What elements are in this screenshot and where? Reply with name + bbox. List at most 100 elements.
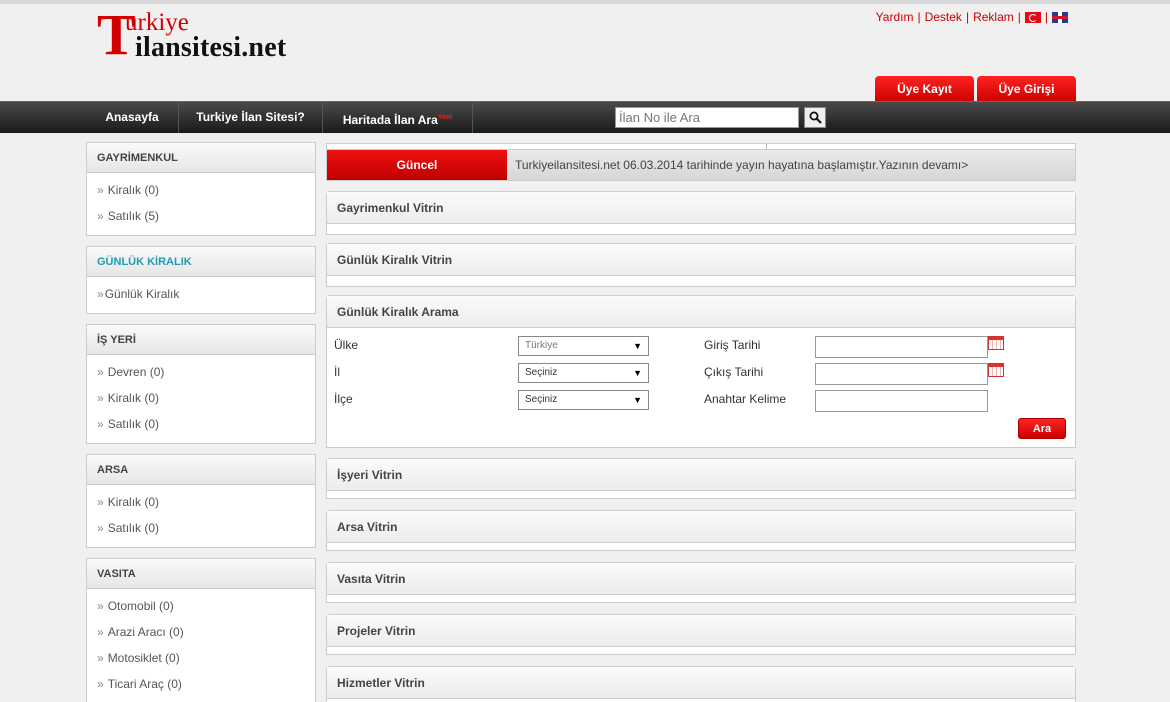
search-submit-button[interactable]: Ara — [1018, 418, 1066, 439]
sidebar-box-workplace: İŞ YERİ » Devren (0) » Kiralık (0) » Satılı… — [86, 324, 316, 444]
sidebar-item-label: Satılık (0) — [107, 521, 160, 535]
sidebar-box-land: ARSA » Kiralık (0) » Satılık (0) — [86, 454, 316, 548]
panel-title: Projeler Vitrin — [327, 615, 1075, 647]
nav-item-home[interactable]: Anasayfa — [86, 102, 179, 133]
sidebar-box-title: VASITA — [87, 559, 315, 589]
nav-item-map-search[interactable]: Haritada İlan AraYeni — [323, 102, 473, 133]
search-button[interactable] — [804, 107, 826, 128]
sidebar-box-vehicle: VASITA » Otomobil (0) » Arazi Aracı (0) » M… — [86, 558, 316, 702]
sidebar-item-label: Satılık (0) — [107, 417, 160, 431]
panel-daily-rental-search: Günlük Kiralık Arama Ülke Türkiye ▼ İl Se… — [326, 295, 1076, 448]
sidebar-item[interactable]: » Satılık (0) — [87, 411, 315, 437]
separator: | — [965, 10, 970, 24]
checkout-label: Çıkış Tarihi — [704, 365, 764, 379]
sidebar-item-label: Arazi Aracı (0) — [107, 625, 184, 639]
sidebar-item-label: Kiralık (0) — [107, 183, 160, 197]
district-select-value: Seçiniz — [525, 394, 558, 405]
sidebar-item[interactable]: » Kiralık (0) — [87, 385, 315, 411]
dropdown-arrow-icon: ▼ — [633, 395, 642, 405]
sidebar-item[interactable]: » Devren (0) — [87, 359, 315, 385]
new-badge: Yeni — [437, 114, 453, 121]
panel-real-estate-showcase: Gayrimenkul Vitrin — [326, 191, 1076, 235]
district-select[interactable]: Seçiniz ▼ — [518, 390, 649, 410]
panel-title: Vasıta Vitrin — [327, 563, 1075, 595]
double-chevron-icon: » — [97, 495, 104, 509]
double-chevron-icon: » — [97, 521, 104, 535]
sidebar-box-title: ARSA — [87, 455, 315, 485]
panel-land-showcase: Arsa Vitrin — [326, 510, 1076, 551]
double-chevron-icon: » — [97, 599, 104, 613]
sidebar-item[interactable]: » Otomobil (0) — [87, 593, 315, 619]
top-links: Yardım | Destek | Reklam | | — [876, 10, 1068, 24]
sidebar-item[interactable]: » Ticari Araç (0) — [87, 671, 315, 697]
panel-projects-showcase: Projeler Vitrin — [326, 614, 1076, 655]
nav-item-about[interactable]: Turkiye İlan Sitesi? — [179, 102, 323, 133]
sidebar-item[interactable]: » Kiralık (0) — [87, 177, 315, 203]
double-chevron-icon: » — [97, 287, 104, 301]
panel-title: Hizmetler Vitrin — [327, 667, 1075, 699]
checkout-input[interactable] — [815, 363, 988, 385]
country-label: Ülke — [334, 338, 359, 352]
sidebar-box-title: GÜNLÜK KİRALIK — [87, 247, 315, 277]
double-chevron-icon: » — [97, 677, 104, 691]
checkin-input[interactable] — [815, 336, 988, 358]
sidebar-item-label: Satılık (5) — [107, 209, 160, 223]
panel-vehicle-showcase: Vasıta Vitrin — [326, 562, 1076, 603]
site-logo[interactable]: T urkiye ilansitesi.net — [97, 6, 357, 66]
login-button[interactable]: Üye Girişi — [977, 76, 1076, 102]
english-flag-icon[interactable] — [1052, 11, 1068, 23]
country-select[interactable]: Türkiye ▼ — [518, 336, 649, 356]
main-nav: Anasayfa Turkiye İlan Sitesi? Haritada İ… — [0, 101, 1170, 133]
double-chevron-icon: » — [97, 365, 104, 379]
panel-title: Günlük Kiralık Vitrin — [327, 244, 1075, 276]
nav-item-label: Turkiye İlan Sitesi? — [196, 110, 305, 124]
sidebar-item[interactable]: » Satılık (0) — [87, 515, 315, 541]
double-chevron-icon: » — [97, 183, 104, 197]
keyword-input[interactable] — [815, 390, 988, 412]
checkin-label: Giriş Tarihi — [704, 338, 761, 352]
sidebar-item[interactable]: » Kiralık (0) — [87, 489, 315, 515]
panel-title: Günlük Kiralık Arama — [327, 296, 1075, 328]
city-select-value: Seçiniz — [525, 367, 558, 378]
ads-link[interactable]: Reklam — [973, 10, 1014, 24]
logo-line2: ilansitesi.net — [135, 32, 287, 63]
separator: | — [917, 10, 921, 24]
double-chevron-icon: » — [97, 651, 104, 665]
nav-item-label: Anasayfa — [105, 110, 159, 124]
panel-title: Arsa Vitrin — [327, 511, 1075, 543]
listing-search-input[interactable] — [615, 107, 799, 128]
support-link[interactable]: Destek — [925, 10, 962, 24]
sidebar-item[interactable]: » Satılık (5) — [87, 203, 315, 229]
sidebar-item-label: Otomobil (0) — [107, 599, 174, 613]
sidebar-item[interactable]: » Arazi Aracı (0) — [87, 619, 315, 645]
register-button[interactable]: Üye Kayıt — [875, 76, 974, 102]
sidebar-box-title: İŞ YERİ — [87, 325, 315, 355]
double-chevron-icon: » — [97, 625, 104, 639]
dropdown-arrow-icon: ▼ — [633, 368, 642, 378]
sidebar-item[interactable]: » Motosiklet (0) — [87, 645, 315, 671]
search-form: Ülke Türkiye ▼ İl Seçiniz ▼ İlçe Seçiniz ▼ … — [327, 328, 1075, 448]
news-ticker: Güncel Turkiyeilansitesi.net 06.03.2014 … — [326, 143, 1076, 181]
separator: | — [1017, 10, 1021, 24]
calendar-icon[interactable] — [988, 336, 1004, 350]
calendar-icon[interactable] — [988, 363, 1004, 377]
double-chevron-icon: » — [97, 391, 104, 405]
panel-services-showcase: Hizmetler Vitrin — [326, 666, 1076, 702]
turkish-flag-icon[interactable] — [1024, 11, 1041, 23]
sidebar-item[interactable]: »Günlük Kiralık — [87, 281, 315, 307]
city-label: İl — [334, 365, 340, 379]
district-label: İlçe — [334, 392, 353, 406]
help-link[interactable]: Yardım — [876, 10, 914, 24]
panel-title: İşyeri Vitrin — [327, 459, 1075, 491]
city-select[interactable]: Seçiniz ▼ — [518, 363, 649, 383]
top-border — [0, 0, 1170, 4]
sidebar-item-label: Ticari Araç (0) — [107, 677, 182, 691]
search-icon — [809, 111, 822, 124]
double-chevron-icon: » — [97, 417, 104, 431]
ticker-text-link[interactable]: Turkiyeilansitesi.net 06.03.2014 tarihin… — [515, 150, 968, 180]
sidebar-box-real-estate: GAYRİMENKUL » Kiralık (0) » Satılık (5) — [86, 142, 316, 236]
sidebar-item-label: Kiralık (0) — [107, 391, 160, 405]
double-chevron-icon: » — [97, 209, 104, 223]
panel-title: Gayrimenkul Vitrin — [327, 192, 1075, 224]
member-buttons: Üye Kayıt Üye Girişi — [875, 76, 1076, 102]
